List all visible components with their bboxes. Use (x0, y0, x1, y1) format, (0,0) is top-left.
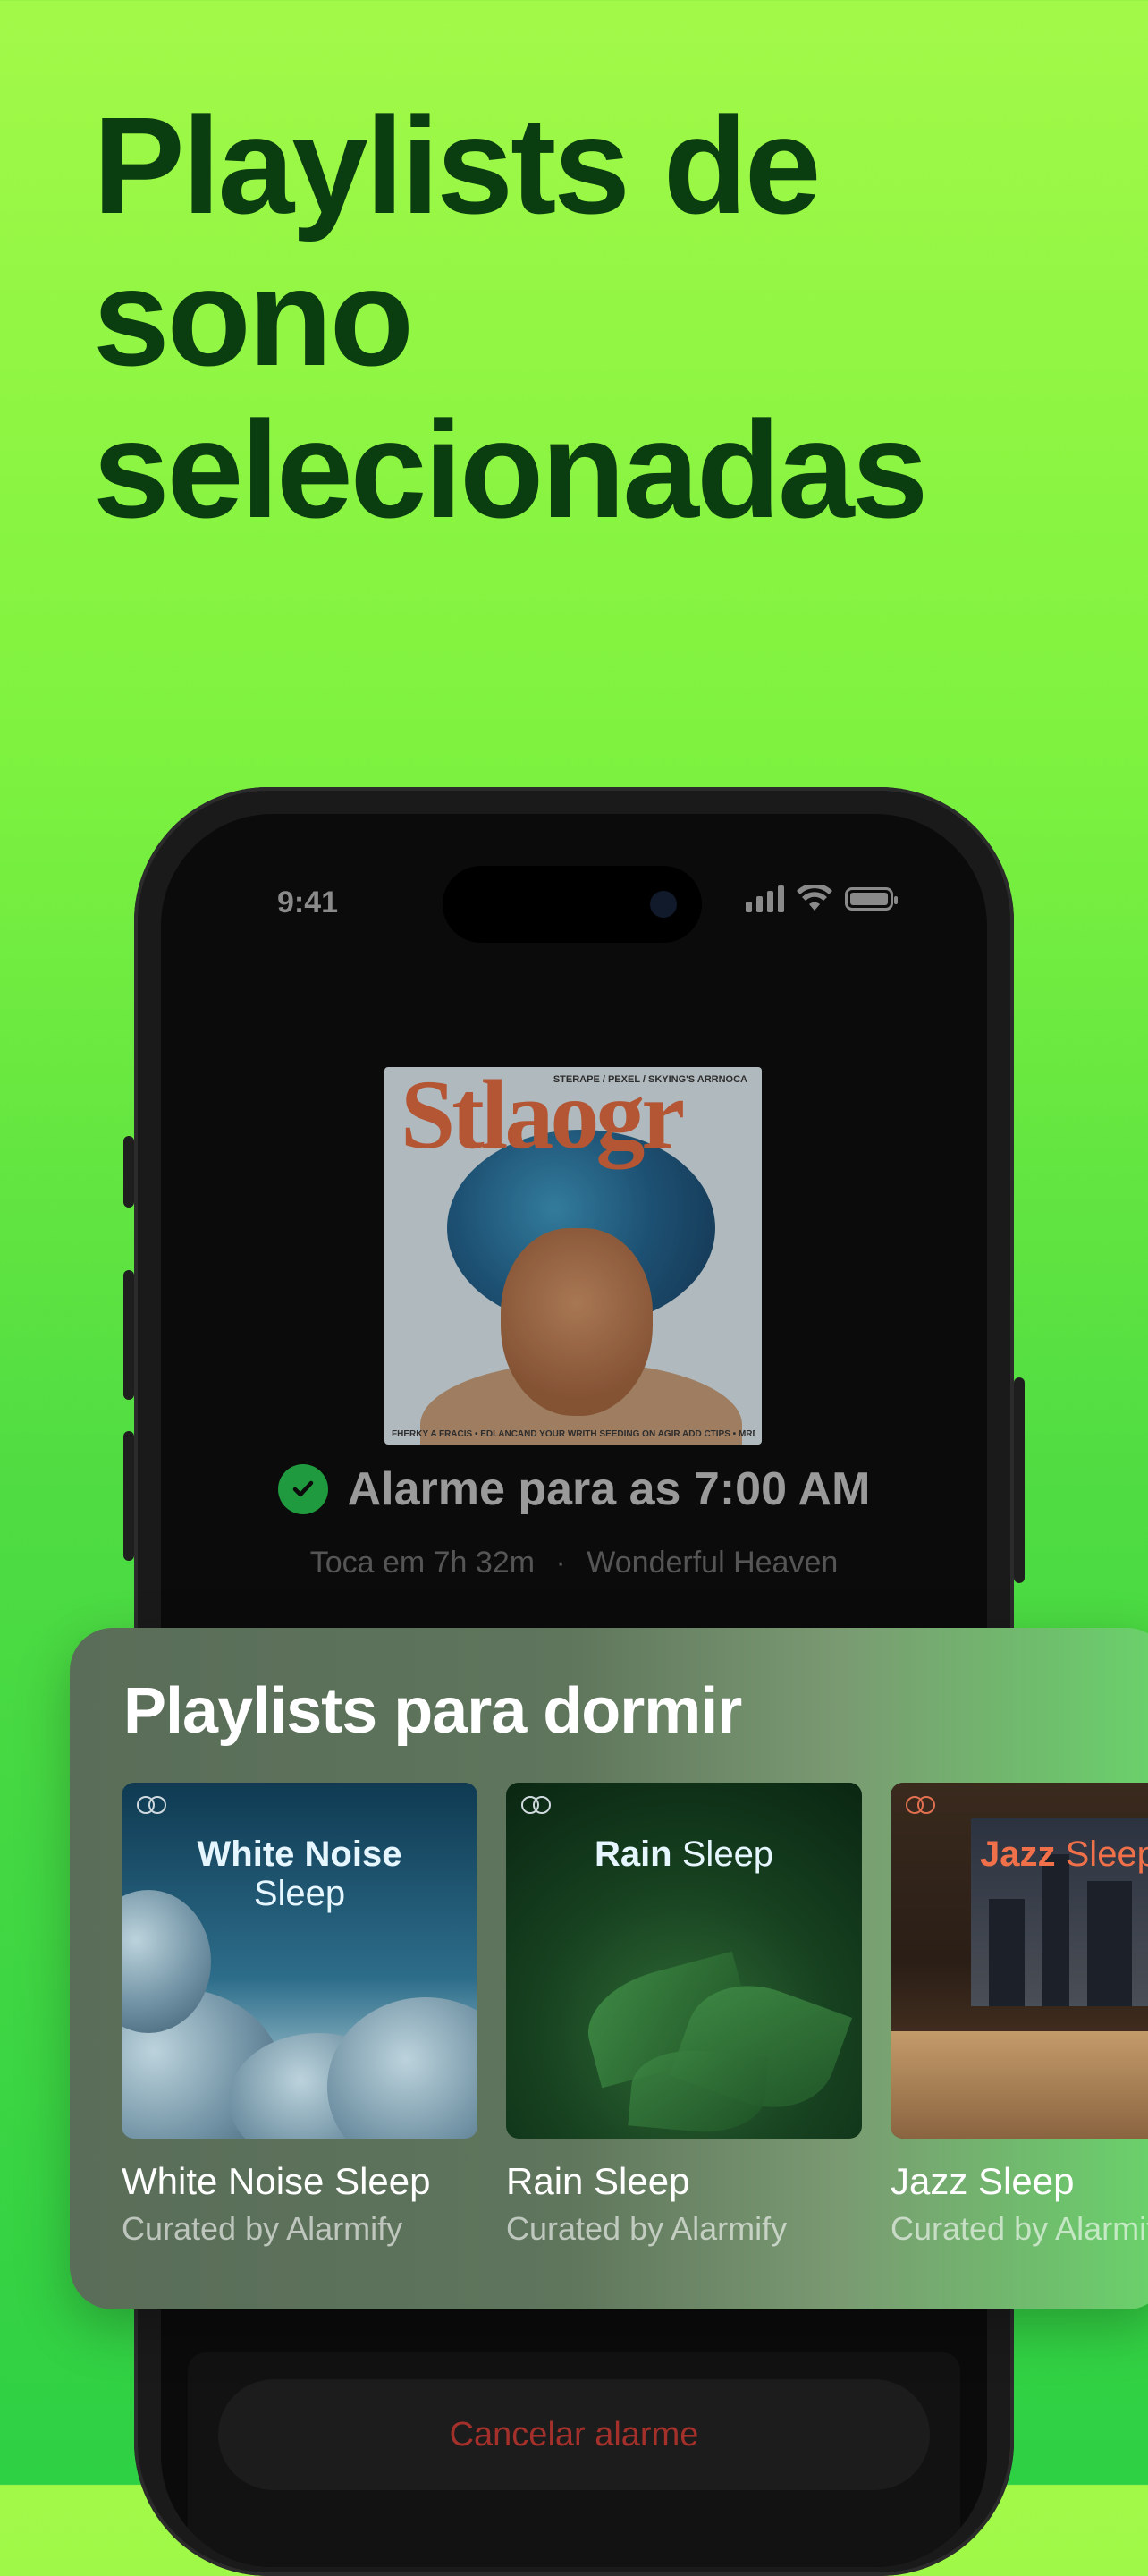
headline-line-2: sono (93, 241, 414, 394)
art-title-bold: White Noise (197, 1835, 402, 1874)
art-title-light: Sleep (681, 1835, 774, 1874)
playlist-curator: Curated by Alarmify (891, 2210, 1148, 2247)
art-title-bold: Rain (594, 1835, 672, 1874)
phone-side-button (1014, 1377, 1025, 1583)
phone-volume-down-button (123, 1431, 134, 1561)
art-title-bold: Jazz (980, 1835, 1056, 1874)
art-title-light: Sleep (253, 1874, 346, 1913)
wifi-icon (797, 886, 832, 911)
dynamic-island (443, 866, 702, 943)
cover-top-text: STERAPE / PEXEL / SKYING'S ARRNOCA (553, 1074, 747, 1085)
headline-line-1: Playlists de (93, 89, 821, 242)
cover-bottom-text: FHERKY A FRACIS • EDLANCAND YOUR WRITH S… (392, 1429, 755, 1439)
playlist-name: White Noise Sleep (122, 2160, 431, 2202)
phone-action-button (123, 1136, 134, 1208)
playlist-curator: Curated by Alarmify (506, 2210, 788, 2247)
phone-volume-up-button (123, 1270, 134, 1400)
card-title: Playlists para dormir (123, 1675, 742, 1747)
separator: · (555, 1546, 566, 1580)
headline-line-3: selecionadas (93, 393, 928, 547)
alarmify-logo-icon (137, 1796, 166, 1814)
signal-icon (746, 886, 784, 912)
alarm-status: Alarme para as 7:00 AM (161, 1462, 987, 1516)
playlist-name: Rain Sleep (506, 2160, 690, 2202)
art-title-light: Sleep (1065, 1835, 1148, 1874)
album-cover[interactable]: Stlaogr STERAPE / PEXEL / SKYING'S ARRNO… (384, 1067, 762, 1445)
sleep-playlists-card: Playlists para dormir White Noise Sleep … (70, 1628, 1148, 2309)
cancel-alarm-button[interactable]: Cancelar alarme (218, 2379, 930, 2490)
playlist-art: Jazz Sleep (891, 1783, 1148, 2139)
battery-icon (845, 887, 898, 911)
alarm-sound: Wonderful Heaven (587, 1546, 839, 1580)
playlist-art: White Noise Sleep (122, 1783, 477, 2139)
alarmify-logo-icon (521, 1796, 551, 1814)
playlist-tile-white-noise[interactable]: White Noise Sleep White Noise Sleep Cura… (122, 1783, 477, 2248)
front-camera-icon (650, 891, 677, 918)
alarm-label: Alarme para as 7:00 AM (347, 1463, 871, 1515)
playlist-art: Rain Sleep (506, 1783, 862, 2139)
status-icons (746, 886, 898, 912)
playlist-tile-jazz[interactable]: Jazz Sleep Jazz Sleep Curated by Alarmif… (891, 1783, 1148, 2248)
alarm-countdown: Toca em 7h 32m (309, 1546, 536, 1580)
headline: Playlists de sono selecionadas (93, 89, 1076, 546)
bottom-panel: Cancelar alarme (188, 2352, 960, 2567)
check-icon (277, 1464, 328, 1514)
status-time: 9:41 (277, 886, 339, 919)
playlist-name: Jazz Sleep (891, 2160, 1075, 2202)
alarmify-logo-icon (906, 1796, 935, 1814)
alarm-details: Toca em 7h 32m · Wonderful Heaven (161, 1546, 987, 1580)
playlist-tile-rain[interactable]: Rain Sleep Rain Sleep Curated by Alarmif… (506, 1783, 862, 2248)
playlist-curator: Curated by Alarmify (122, 2210, 403, 2247)
